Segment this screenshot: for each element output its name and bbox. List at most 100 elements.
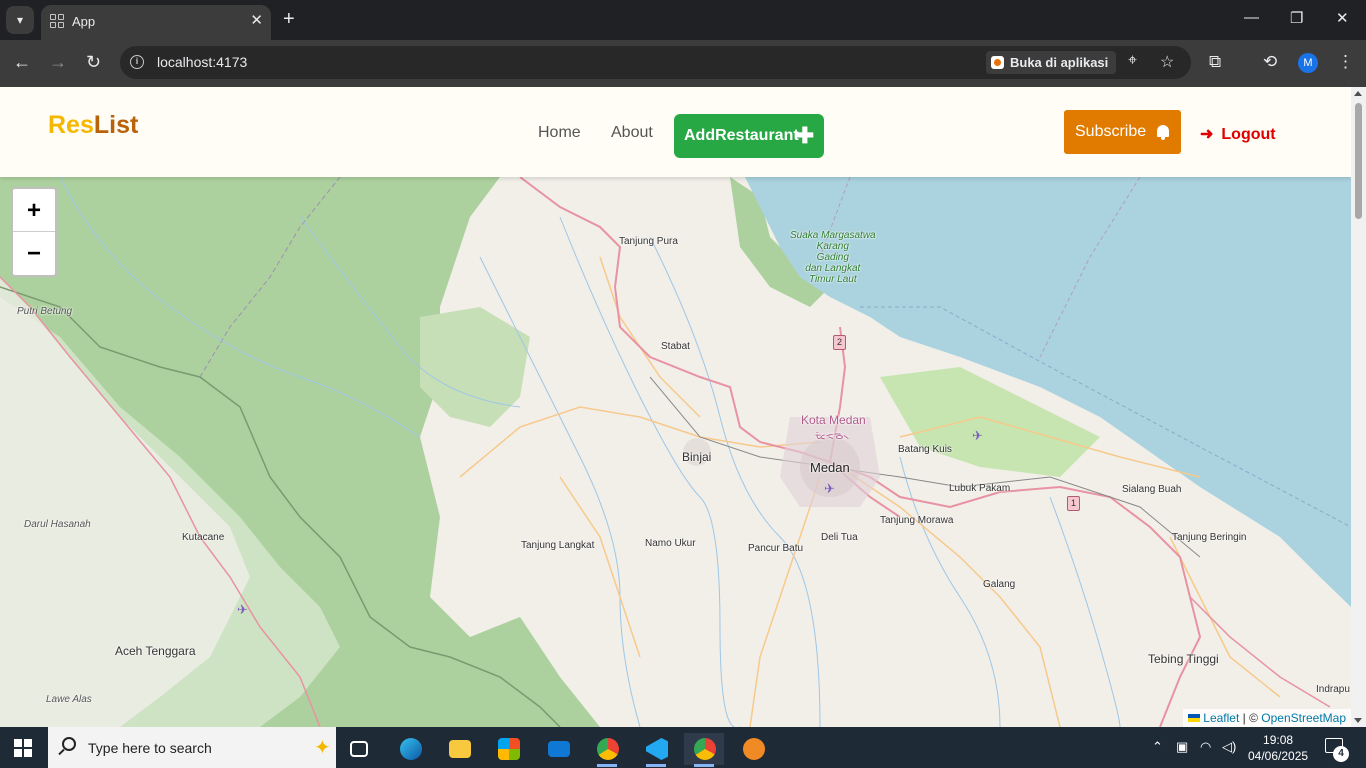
brand-logo[interactable]: ResList (48, 111, 138, 140)
ukraine-flag-icon (1188, 714, 1201, 722)
vscode-icon[interactable] (636, 733, 676, 767)
zoom-control: + − (11, 187, 57, 277)
site-info-icon[interactable]: i (130, 55, 144, 69)
chrome-m-profile-icon[interactable] (684, 733, 724, 767)
plus-icon: ✚ (795, 123, 814, 148)
minimize-icon[interactable]: — (1244, 9, 1259, 26)
map-label: Deli Tua (821, 532, 858, 543)
app-grid-icon (50, 14, 66, 30)
map-label: Sialang Buah (1122, 484, 1182, 495)
open-in-app-button[interactable]: Buka di aplikasi (986, 51, 1117, 74)
meet-now-icon[interactable]: ▣ (1176, 739, 1188, 755)
map-label: Indrapu (1316, 684, 1350, 695)
map-label: Namo Ukur (645, 538, 696, 549)
add-restaurant-button[interactable]: AddRestaurant ✚ (674, 114, 824, 158)
map-label-line: Timur Laut (808, 274, 857, 285)
zoom-in-button[interactable]: + (13, 189, 55, 232)
search-placeholder: Type here to search (88, 740, 212, 756)
system-clock[interactable]: 19:08 04/06/2025 (1248, 732, 1308, 764)
scroll-thumb[interactable] (1355, 103, 1362, 219)
back-arrow-icon[interactable]: ← (13, 52, 31, 72)
airport-icon: ✈ (237, 602, 248, 617)
profile-avatar[interactable]: M (1298, 53, 1318, 73)
running-indicator (646, 764, 666, 767)
map-label: Lubuk Pakam (949, 483, 1011, 494)
browser-tabstrip: ▾ App ✕ + — ❐ ✕ (0, 0, 1366, 40)
running-indicator (597, 764, 617, 767)
map-label-line: dan Langkat (805, 263, 861, 274)
logout-icon: ➜ (1200, 126, 1214, 143)
map-label: Pancur Batu (748, 543, 804, 554)
running-indicator (694, 764, 714, 767)
map-label: Tanjung Pura (619, 236, 678, 247)
forward-arrow-icon[interactable]: → (49, 52, 67, 72)
address-bar[interactable]: i localhost:4173 Buka di aplikasi ⌖ ☆ (120, 46, 1191, 79)
clock-date: 04/06/2025 (1248, 749, 1309, 763)
nav-link-home[interactable]: Home (538, 124, 581, 142)
file-explorer-icon[interactable] (439, 733, 479, 765)
orange-app-icon[interactable] (733, 733, 773, 765)
restore-icon[interactable]: ❐ (1290, 9, 1303, 27)
map-label-line: Karang (816, 241, 849, 252)
logout-label: Logout (1221, 126, 1276, 143)
map-label: Galang (983, 579, 1016, 590)
subscribe-label: Subscribe (1075, 123, 1147, 140)
copilot-sparkle-icon: ✦ (314, 737, 331, 759)
subscribe-button[interactable]: Subscribe (1064, 110, 1181, 154)
edge-icon[interactable] (390, 733, 430, 765)
wifi-icon[interactable]: ◠ (1200, 739, 1211, 755)
location-pin-icon[interactable]: ⌖ (1128, 52, 1137, 70)
windows-start-icon[interactable] (14, 739, 32, 757)
task-view-icon[interactable] (340, 733, 380, 765)
close-tab-icon[interactable]: ✕ (250, 11, 263, 29)
zoom-out-button[interactable]: − (13, 232, 55, 275)
map-label: ᯔᯩᯑᯉ᯲ (815, 431, 850, 442)
map-label: Medan (810, 460, 850, 475)
bookmark-star-icon[interactable]: ☆ (1160, 52, 1174, 72)
chrome-y-profile-icon[interactable] (587, 733, 627, 767)
map-label: Putri Betung (17, 306, 73, 317)
performance-icon[interactable]: ⟲ (1263, 52, 1277, 72)
browser-tab[interactable]: App ✕ (41, 5, 271, 40)
leaflet-map[interactable]: + − Tanjung Pura Suaka Margasatwa Karang… (0, 177, 1351, 727)
reload-icon[interactable]: ↻ (86, 52, 101, 72)
microsoft-store-icon[interactable] (488, 733, 528, 765)
brand-part-res: Res (48, 111, 94, 139)
leaflet-link[interactable]: Leaflet (1203, 711, 1239, 725)
taskbar-search[interactable]: Type here to search ✦ (48, 727, 336, 768)
map-label: Kota Medan (801, 413, 866, 427)
tab-search-chevron-icon[interactable]: ▾ (6, 6, 34, 34)
show-hidden-icons-icon[interactable]: ⌃ (1152, 739, 1163, 755)
logout-link[interactable]: ➜ Logout (1200, 124, 1276, 144)
map-label: Kutacane (182, 532, 225, 543)
windows-taskbar: Type here to search ✦ ⌃ ▣ ◠ ◁) 19:08 04/… (0, 727, 1366, 768)
bell-icon (1157, 125, 1169, 140)
mail-icon[interactable] (538, 733, 578, 765)
airport-icon: ✈ (824, 481, 835, 496)
map-label: Tebing Tinggi (1148, 652, 1219, 666)
map-label: Tanjung Langkat (521, 540, 595, 551)
map-label: Stabat (661, 341, 690, 352)
road-shield: 2 (833, 335, 846, 350)
scroll-down-icon[interactable] (1354, 718, 1362, 723)
extensions-icon[interactable]: ⧉ (1209, 52, 1221, 72)
url-text[interactable]: localhost:4173 (157, 54, 247, 70)
map-tiles (0, 177, 1351, 727)
more-menu-icon[interactable]: ⋮ (1337, 52, 1354, 72)
volume-icon[interactable]: ◁) (1222, 739, 1236, 755)
map-label-line: Gading (816, 252, 849, 263)
nav-link-about[interactable]: About (611, 124, 653, 142)
openstreetmap-link[interactable]: OpenStreetMap (1261, 711, 1346, 725)
map-label: Suaka Margasatwa Karang Gading dan Langk… (790, 230, 876, 285)
map-label: Batang Kuis (898, 444, 952, 455)
new-tab-icon[interactable]: + (283, 8, 295, 30)
map-label: Aceh Tenggara (115, 644, 196, 658)
map-label: Lawe Alas (46, 694, 92, 705)
road-shield: 1 (1067, 496, 1080, 511)
map-attribution: Leaflet | © OpenStreetMap (1183, 709, 1351, 727)
page-scrollbar[interactable] (1351, 87, 1366, 727)
scroll-up-icon[interactable] (1354, 91, 1362, 96)
map-label: Darul Hasanah (24, 519, 91, 530)
clock-time: 19:08 (1263, 733, 1294, 747)
close-window-icon[interactable]: ✕ (1336, 9, 1349, 27)
